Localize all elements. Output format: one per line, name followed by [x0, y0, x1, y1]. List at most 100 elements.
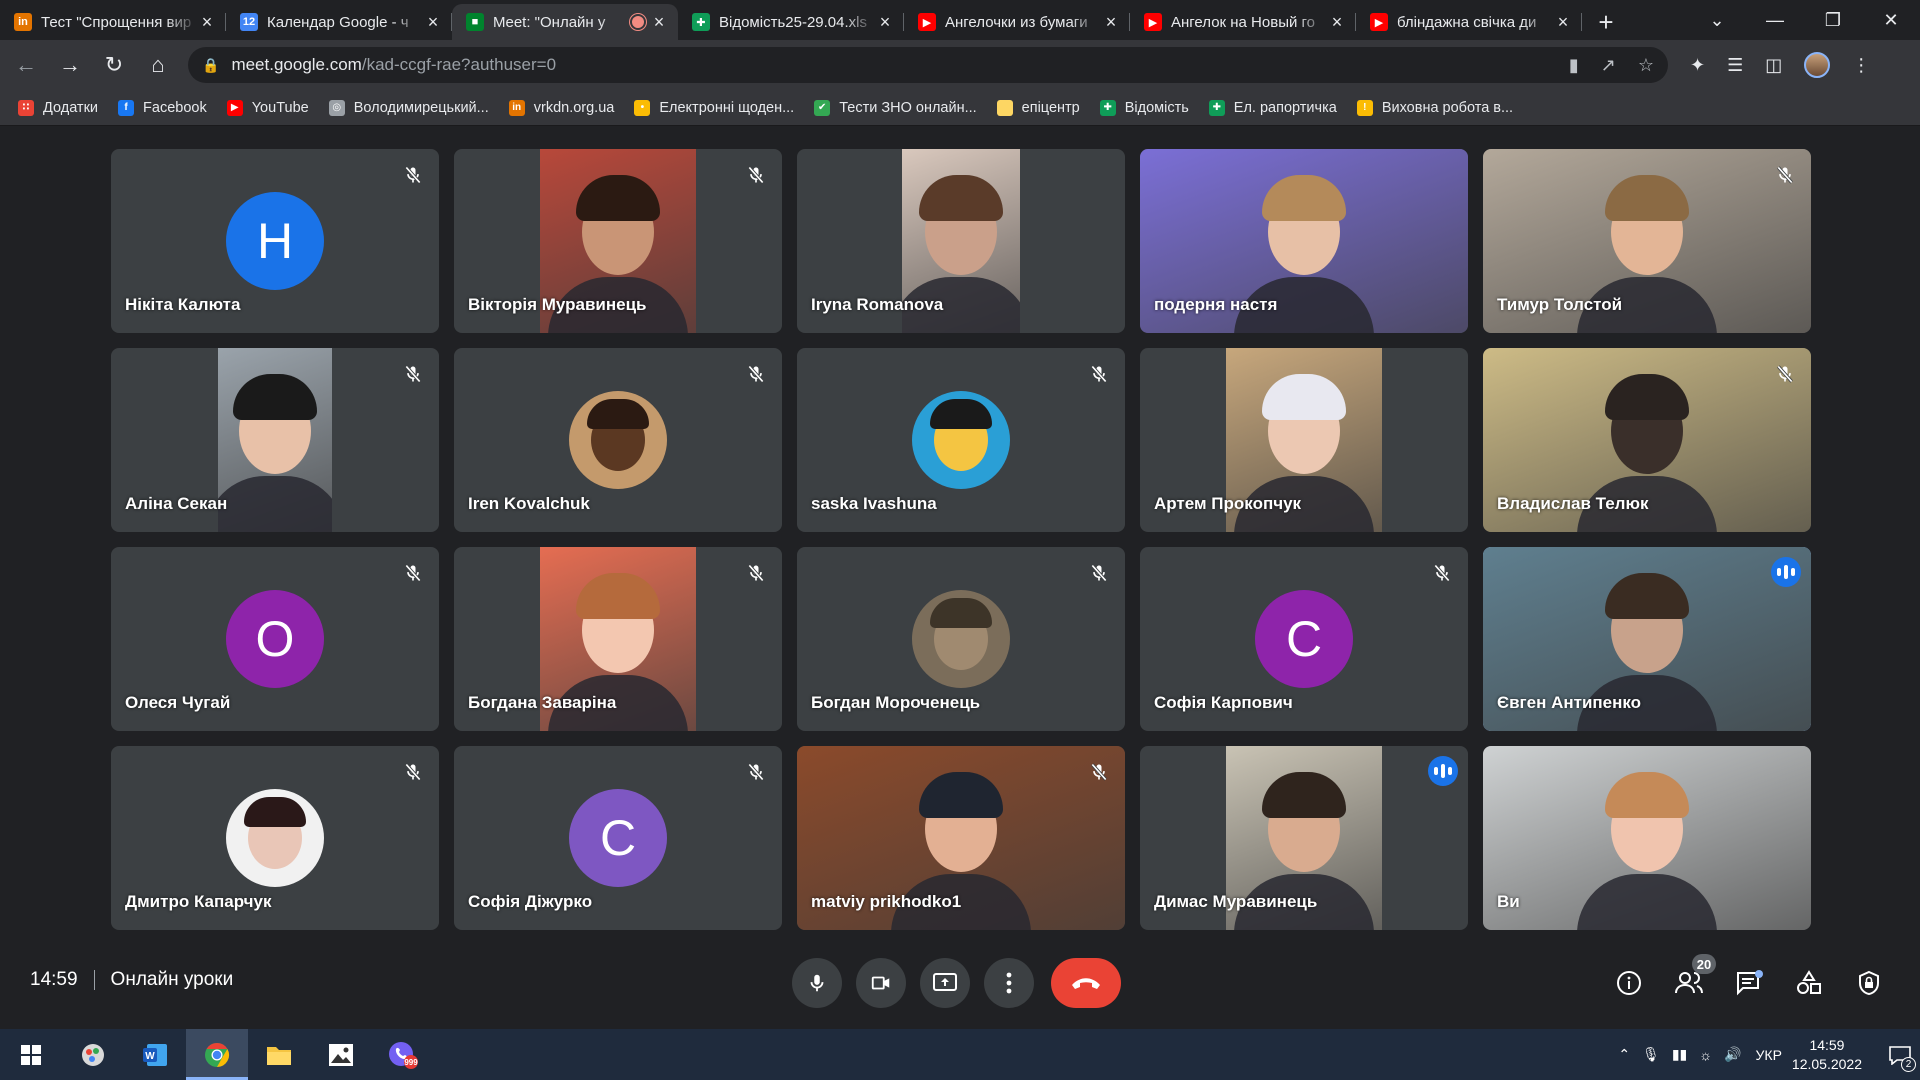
mic-off-icon — [1091, 365, 1107, 383]
taskbar-viber[interactable]: 999 — [372, 1029, 434, 1080]
present-screen-button[interactable] — [920, 958, 970, 1008]
start-button[interactable] — [0, 1029, 62, 1080]
in-icon: in — [508, 99, 525, 116]
bookmark-item[interactable]: ! Виховна робота в... — [1356, 99, 1513, 116]
participant-tile[interactable]: C Софія Карпович — [1140, 547, 1468, 731]
browser-tab[interactable]: in Тест "Спрощення вир × — [0, 4, 226, 40]
taskbar-file-explorer[interactable] — [248, 1029, 310, 1080]
bookmark-item[interactable]: ✚ Відомість — [1099, 99, 1189, 116]
menu-icon[interactable]: ⋮ — [1852, 55, 1870, 76]
side-panel-icon[interactable]: ◫ — [1765, 55, 1782, 76]
meeting-details-button[interactable] — [1612, 966, 1646, 1000]
browser-tab[interactable]: ▶ бліндажна свічка ди × — [1356, 4, 1582, 40]
meeting-title: Онлайн уроки — [110, 969, 234, 990]
participant-tile[interactable]: Богдана Заваріна — [454, 547, 782, 731]
audio-level-bar — [1448, 767, 1452, 775]
participant-tile[interactable]: Артем Прокопчук — [1140, 348, 1468, 532]
activities-button[interactable] — [1792, 966, 1826, 1000]
people-button[interactable]: 20 — [1672, 954, 1716, 1000]
bookmark-item[interactable]: ✔ Тести ЗНО онлайн... — [814, 99, 977, 116]
participant-tile[interactable]: C Софія Діжурко — [454, 746, 782, 930]
extensions-icon[interactable]: ✦ — [1690, 55, 1705, 76]
viber-icon: 999 — [389, 1041, 418, 1069]
minimize-button[interactable]: — — [1746, 10, 1804, 31]
tray-mic-icon[interactable]: 🎙 — [1642, 1046, 1660, 1063]
bookmark-item[interactable]: in vrkdn.org.ua — [508, 99, 614, 116]
browser-tab[interactable]: ▶ Ангелок на Новый го × — [1130, 4, 1356, 40]
avatar-hair — [587, 399, 649, 429]
browser-tab[interactable]: ✚ Відомість25-29.04.xls × — [678, 4, 904, 40]
close-tab-icon[interactable]: × — [1328, 12, 1346, 33]
media-control-icon[interactable]: ☰ — [1727, 55, 1743, 76]
input-language[interactable]: УКР — [1756, 1047, 1782, 1063]
microphone-button[interactable] — [792, 958, 842, 1008]
bookmark-item[interactable]: ◎ Володимирецький... — [328, 99, 489, 116]
participant-tile[interactable]: Євген Антипенко — [1483, 547, 1811, 731]
restore-button[interactable]: ❐ — [1804, 10, 1862, 31]
taskbar-word[interactable]: W — [124, 1029, 186, 1080]
battery-icon[interactable]: ▮▮ — [1672, 1046, 1687, 1063]
participant-tile[interactable]: matviy prikhodko1 — [797, 746, 1125, 930]
bookmark-item[interactable]: ✚ Ел. рапортичка — [1208, 99, 1337, 116]
new-tab-button[interactable]: + — [1588, 4, 1624, 40]
close-tab-icon[interactable]: × — [198, 12, 216, 33]
close-tab-icon[interactable]: × — [650, 12, 668, 33]
mic-off-icon — [405, 365, 421, 383]
participant-tile[interactable]: saska Ivashuna — [797, 348, 1125, 532]
camera-in-use-icon[interactable]: ▮ — [1569, 55, 1579, 76]
bookmark-item[interactable]: ▶ YouTube — [226, 99, 309, 116]
address-bar[interactable]: 🔒 meet.google.com/kad-ccgf-rae?authuser=… — [188, 47, 1668, 83]
avatar-hair — [930, 598, 992, 628]
browser-tab[interactable]: ▶ Ангелочки из бумаги × — [904, 4, 1130, 40]
volume-icon[interactable]: 🔊 — [1724, 1046, 1741, 1063]
bookmark-item[interactable]: епіцентр — [996, 99, 1080, 116]
participant-tile[interactable]: O Олеся Чугай — [111, 547, 439, 731]
bookmark-item[interactable]: ∷ Додатки — [18, 99, 98, 116]
taskbar-photos[interactable] — [310, 1029, 372, 1080]
close-tab-icon[interactable]: × — [424, 12, 442, 33]
participant-tile[interactable]: Iren Kovalchuk — [454, 348, 782, 532]
taskbar-clock[interactable]: 14:59 12.05.2022 — [1792, 1036, 1862, 1074]
participant-tile[interactable]: Аліна Секан — [111, 348, 439, 532]
camera-button[interactable] — [856, 958, 906, 1008]
participant-tile[interactable]: Ви — [1483, 746, 1811, 930]
leave-call-button[interactable] — [1051, 958, 1121, 1008]
chat-button[interactable] — [1732, 966, 1766, 1000]
bookmark-star-icon[interactable]: ☆ — [1638, 55, 1654, 76]
participant-tile[interactable]: Димас Муравинець — [1140, 746, 1468, 930]
taskbar-control-panel[interactable] — [62, 1029, 124, 1080]
audio-level-bar — [1784, 565, 1788, 579]
tab-search-icon[interactable]: ⌄ — [1688, 10, 1746, 31]
close-window-button[interactable]: ✕ — [1862, 10, 1920, 31]
bookmark-item[interactable]: f Facebook — [118, 99, 207, 116]
participant-tile[interactable]: Владислав Телюк — [1483, 348, 1811, 532]
participant-tile[interactable]: Дмитро Капарчук — [111, 746, 439, 930]
participant-tile[interactable]: Вікторія Муравинець — [454, 149, 782, 333]
participant-tile[interactable]: Iryna Romanova — [797, 149, 1125, 333]
host-controls-button[interactable] — [1852, 966, 1886, 1000]
participant-name: Софія Діжурко — [468, 892, 593, 911]
more-options-button[interactable] — [984, 958, 1034, 1008]
browser-tab[interactable]: ■ Meet: "Онлайн у × — [452, 4, 678, 40]
reload-button[interactable]: ↻ — [96, 47, 132, 83]
back-button[interactable]: ← — [8, 47, 44, 83]
home-button[interactable]: ⌂ — [140, 47, 176, 83]
wifi-icon[interactable]: ☼ — [1699, 1047, 1712, 1063]
browser-tab[interactable]: 12 Календар Google - ч × — [226, 4, 452, 40]
participant-tile[interactable]: Тимур Толстой — [1483, 149, 1811, 333]
bookmark-item[interactable]: • Електронні щоден... — [634, 99, 794, 116]
participant-name: Аліна Секан — [125, 494, 228, 513]
action-center-button[interactable]: 2 — [1880, 1029, 1920, 1080]
forward-button[interactable]: → — [52, 47, 88, 83]
close-tab-icon[interactable]: × — [1102, 12, 1120, 33]
tray-chevron-icon[interactable]: ⌃ — [1618, 1046, 1630, 1063]
mic-off-icon — [1434, 564, 1450, 582]
participant-tile[interactable]: H Нікіта Калюта — [111, 149, 439, 333]
taskbar-chrome[interactable] — [186, 1029, 248, 1080]
close-tab-icon[interactable]: × — [876, 12, 894, 33]
share-icon[interactable]: ↗ — [1601, 55, 1616, 76]
close-tab-icon[interactable]: × — [1554, 12, 1572, 33]
profile-avatar[interactable] — [1804, 52, 1831, 78]
participant-tile[interactable]: Богдан Мороченець — [797, 547, 1125, 731]
participant-tile[interactable]: подерня настя — [1140, 149, 1468, 333]
